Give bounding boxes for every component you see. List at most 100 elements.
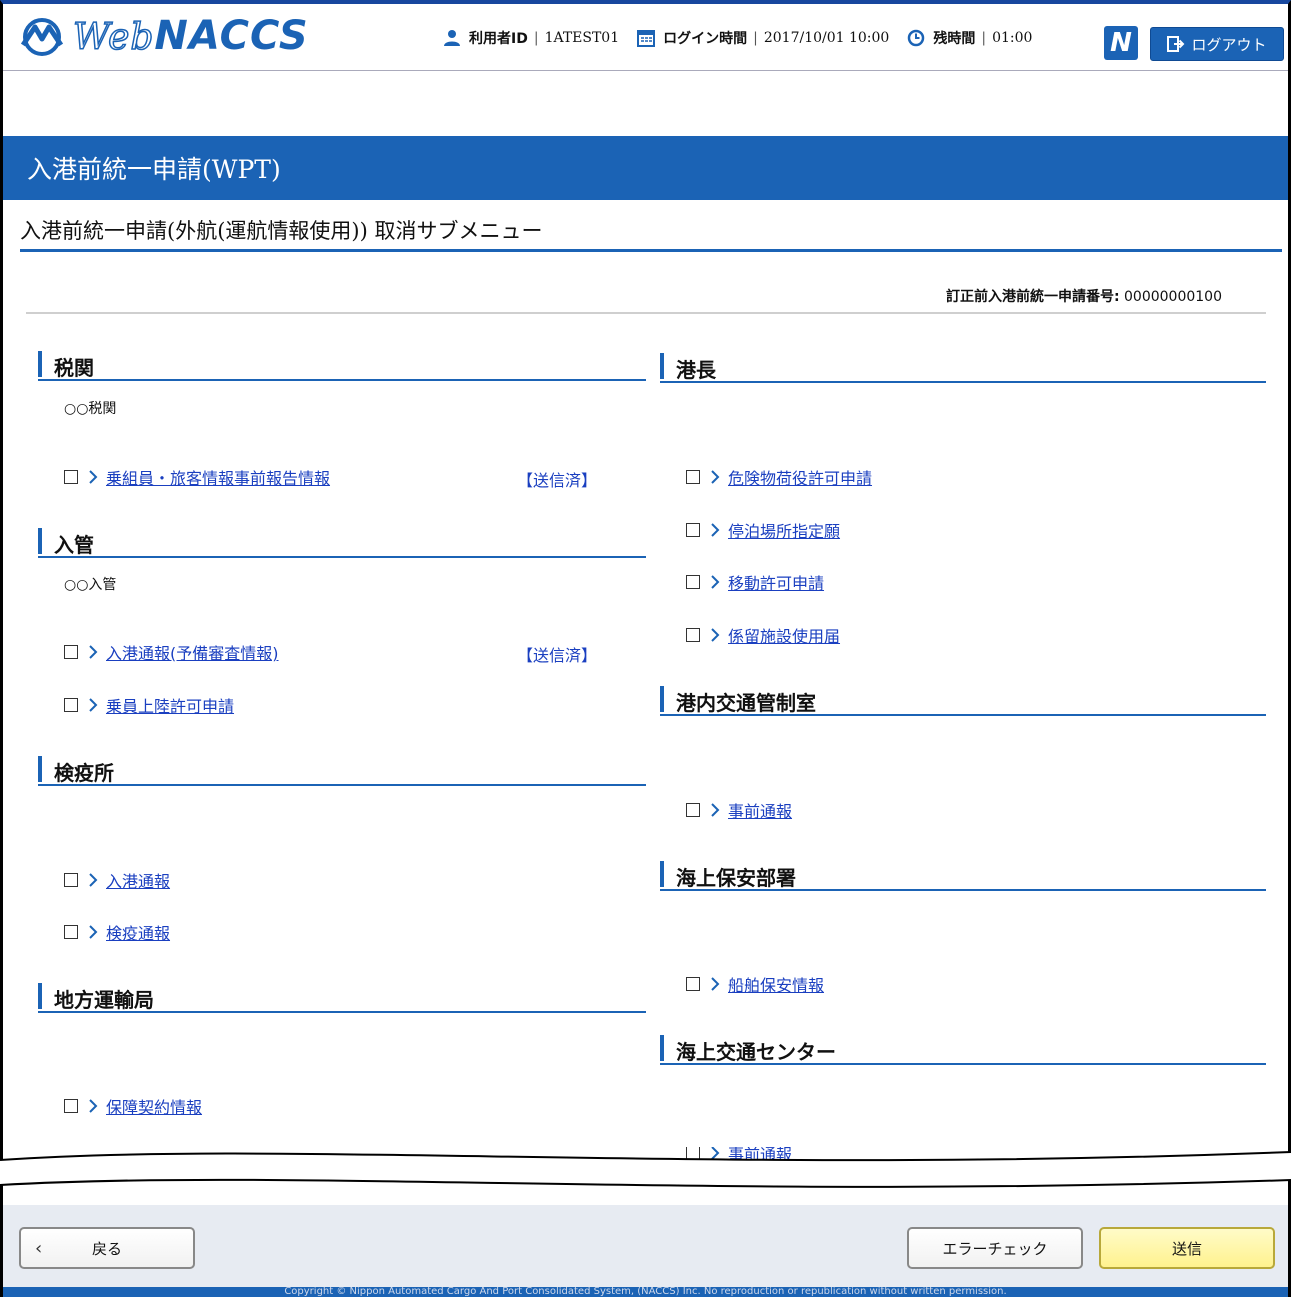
user-id-value: 1ATEST01 xyxy=(544,30,620,46)
reference-number-row: 訂正前入港前統一申請番号: 00000000100 xyxy=(26,286,1266,314)
user-id-label: 利用者ID xyxy=(469,31,528,47)
section-title: 港内交通管制室 xyxy=(676,691,816,715)
list-item: 入港通報 xyxy=(64,869,170,891)
webnaccs-logo: WebNACCS xyxy=(15,16,309,58)
list-item: 船舶保安情報 xyxy=(686,973,824,995)
item-checkbox[interactable] xyxy=(686,470,700,484)
logo-web-text: Web xyxy=(72,17,155,59)
list-item: 検疫通報 xyxy=(64,921,170,943)
logout-icon xyxy=(1167,36,1185,52)
back-label: 戻る xyxy=(91,1239,122,1258)
session-info: 利用者ID | 1ATEST01 ログイン時間 | 2017/10/01 10:… xyxy=(443,28,1050,48)
item-checkbox[interactable] xyxy=(64,698,78,712)
section-marker xyxy=(660,353,664,379)
logout-button[interactable]: ログアウト xyxy=(1150,27,1284,61)
section-title: 入管 xyxy=(54,533,94,557)
logout-label: ログアウト xyxy=(1191,35,1267,54)
item-checkbox[interactable] xyxy=(686,575,700,589)
section-marker xyxy=(38,351,42,377)
item-link[interactable]: 乗員上陸許可申請 xyxy=(106,693,234,717)
section-harbor-master: 港長 xyxy=(660,353,1266,383)
logo-wordmark: WebNACCS xyxy=(72,13,309,59)
send-label: 送信 xyxy=(1171,1239,1202,1258)
logo-naccs-text: NACCS xyxy=(154,13,309,59)
section-transport-bureau: 地方運輸局 xyxy=(38,983,646,1013)
remaining-time-label: 残時間 xyxy=(933,31,976,47)
sent-status: 【送信済】 xyxy=(517,646,598,665)
item-checkbox[interactable] xyxy=(64,645,78,659)
section-coast-guard: 海上保安部署 xyxy=(660,861,1266,891)
chevron-right-icon xyxy=(89,925,98,939)
list-item: 係留施設使用届 xyxy=(686,624,840,646)
section-immigration: 入管 xyxy=(38,528,646,558)
item-link[interactable]: 危険物荷役許可申請 xyxy=(728,465,872,489)
list-item: 移動許可申請 xyxy=(686,571,824,593)
chevron-right-icon xyxy=(89,470,98,484)
chevron-right-icon xyxy=(89,698,98,712)
naccs-menu-button[interactable]: N xyxy=(1104,26,1138,60)
item-checkbox[interactable] xyxy=(64,470,78,484)
item-checkbox[interactable] xyxy=(64,873,78,887)
login-time-label: ログイン時間 xyxy=(663,31,748,47)
chevron-left-icon: ‹ xyxy=(35,1237,43,1259)
item-checkbox[interactable] xyxy=(686,803,700,817)
separator: | xyxy=(753,30,758,46)
item-checkbox[interactable] xyxy=(686,977,700,991)
chevron-right-icon xyxy=(89,873,98,887)
section-title: 地方運輸局 xyxy=(54,988,154,1012)
item-checkbox[interactable] xyxy=(64,1099,78,1113)
item-link[interactable]: 事前通報 xyxy=(728,798,792,822)
section-title: 海上保安部署 xyxy=(676,866,796,890)
item-link[interactable]: 乗組員・旅客情報事前報告情報 xyxy=(106,465,330,489)
section-customs: 税関 xyxy=(38,351,646,381)
item-link[interactable]: 検疫通報 xyxy=(106,920,170,944)
copyright: Copyright © Nippon Automated Cargo And P… xyxy=(3,1287,1288,1297)
separator: | xyxy=(533,30,539,46)
reference-label: 訂正前入港前統一申請番号: xyxy=(945,289,1120,305)
calendar-icon xyxy=(637,30,656,47)
back-button[interactable]: ‹ 戻る xyxy=(19,1227,195,1269)
chevron-right-icon xyxy=(89,645,98,659)
list-item: 保障契約情報 xyxy=(64,1095,202,1117)
remaining-time-group: 残時間 | 01:00 xyxy=(907,28,1032,48)
chevron-right-icon xyxy=(711,523,720,537)
chevron-right-icon xyxy=(711,575,720,589)
list-item: 入港通報(予備審査情報) xyxy=(64,641,279,663)
section-title: 検疫所 xyxy=(54,761,114,785)
section-title: 港長 xyxy=(676,358,716,382)
section-marker xyxy=(660,861,664,887)
chevron-right-icon xyxy=(89,1099,98,1113)
item-checkbox[interactable] xyxy=(64,925,78,939)
section-marine-traffic-center: 海上交通センター xyxy=(660,1035,1266,1065)
item-checkbox[interactable] xyxy=(686,523,700,537)
item-link[interactable]: 入港通報(予備審査情報) xyxy=(106,640,279,664)
error-check-button[interactable]: エラーチェック xyxy=(907,1227,1083,1269)
item-link[interactable]: 入港通報 xyxy=(106,868,170,892)
list-item: 乗組員・旅客情報事前報告情報 xyxy=(64,466,330,488)
item-link[interactable]: 保障契約情報 xyxy=(106,1094,202,1118)
clock-icon xyxy=(908,29,925,47)
page-break-wave xyxy=(0,1151,1291,1188)
chevron-right-icon xyxy=(711,977,720,991)
list-item: 事前通報 xyxy=(686,799,792,821)
item-link[interactable]: 移動許可申請 xyxy=(728,570,824,594)
section-quarantine: 検疫所 xyxy=(38,756,646,786)
naccs-logo-icon xyxy=(20,18,64,56)
chevron-right-icon xyxy=(711,470,720,484)
app-header: WebNACCS 利用者ID | 1ATEST01 ログイン時間 | 2017/… xyxy=(3,4,1288,71)
reference-value: 00000000100 xyxy=(1124,289,1222,305)
office-name: ○○税関 xyxy=(64,401,117,417)
login-time-value: 2017/10/01 10:00 xyxy=(763,30,890,46)
section-title: 税関 xyxy=(54,356,94,380)
section-marker xyxy=(38,983,42,1009)
error-check-label: エラーチェック xyxy=(942,1239,1048,1258)
item-link[interactable]: 係留施設使用届 xyxy=(728,623,840,647)
user-icon xyxy=(444,30,460,46)
chevron-right-icon xyxy=(711,803,720,817)
item-link[interactable]: 船舶保安情報 xyxy=(728,972,824,996)
item-link[interactable]: 停泊場所指定願 xyxy=(728,518,840,542)
send-button[interactable]: 送信 xyxy=(1099,1227,1275,1269)
item-checkbox[interactable] xyxy=(686,628,700,642)
section-marker xyxy=(660,1035,664,1061)
page-title: 入港前統一申請(WPT) xyxy=(3,136,1288,200)
